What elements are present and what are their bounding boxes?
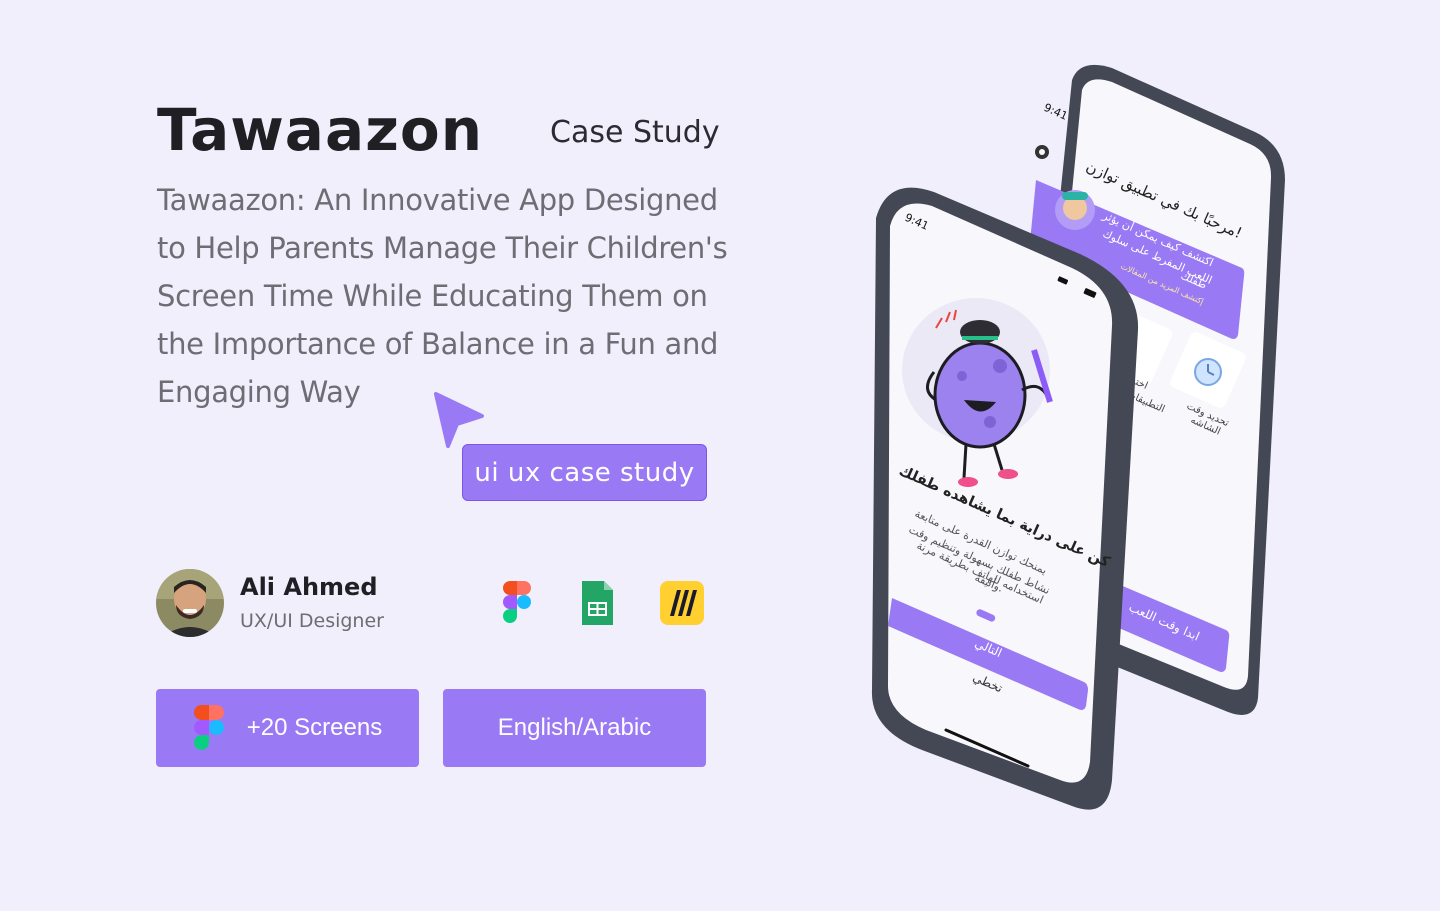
project-description: Tawaazon: An Innovative App Designed to …	[157, 183, 728, 409]
cursor-pointer-icon	[430, 390, 488, 452]
author-name: Ali Ahmed	[240, 573, 378, 601]
alarm-clock-icon	[1194, 358, 1222, 386]
back-status-time: 9:41	[1042, 101, 1070, 123]
case-study-tag-button[interactable]: ui ux case study	[462, 444, 707, 501]
page-title: Tawaazon	[157, 96, 483, 164]
author-role: UX/UI Designer	[240, 610, 384, 632]
screens-count-button[interactable]: +20 Screens	[156, 689, 419, 767]
avatar-character-icon	[1055, 190, 1095, 230]
figma-icon	[193, 704, 225, 752]
screens-count-label: +20 Screens	[246, 714, 383, 741]
language-button[interactable]: English/Arabic	[443, 689, 706, 767]
language-label: English/Arabic	[497, 714, 652, 741]
settings-gear-icon	[1035, 145, 1049, 159]
google-sheets-icon	[574, 580, 620, 626]
front-phone: 9:41 كن على دراية بما يشاهده طفلك يمنحك …	[871, 187, 1139, 810]
miro-icon	[659, 580, 705, 626]
phone-mockups: 9:41 مرحبًا بك في تطبيق توازن! اكتشف كيف…	[850, 50, 1310, 834]
case-study-label: Case Study	[550, 115, 720, 150]
figma-icon	[496, 580, 542, 626]
avatar	[156, 569, 224, 637]
